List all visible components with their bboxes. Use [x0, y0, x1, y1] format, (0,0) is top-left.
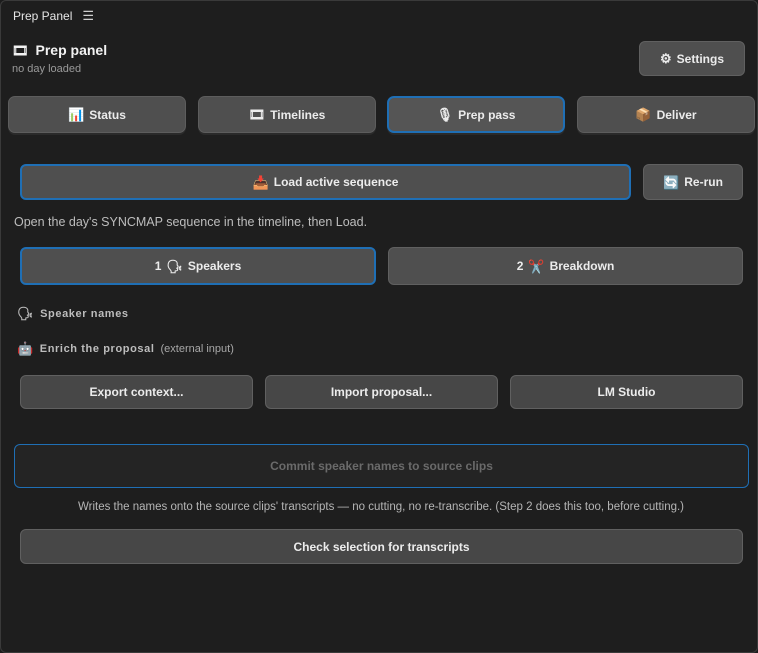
inbox-tray-icon: 📥	[252, 174, 269, 190]
section-label: Enrich the proposal	[39, 342, 155, 355]
panel-frame: Prep Panel ☰ 🎞 Prep panel no day loaded …	[0, 0, 758, 653]
page-subtitle: no day loaded	[12, 63, 82, 75]
tab-deliver[interactable]: 📦 Deliver	[577, 96, 755, 133]
tab-label: Timelines	[270, 107, 326, 122]
step-number: 1	[154, 259, 162, 273]
tab-prep-pass[interactable]: 🎙 Prep pass	[387, 96, 565, 133]
refresh-icon: 🔄	[663, 174, 680, 190]
settings-button[interactable]: ⚙ Settings	[639, 41, 745, 76]
step-number: 2	[516, 259, 524, 273]
load-active-sequence-button[interactable]: 📥 Load active sequence	[20, 164, 631, 200]
check-selection-button[interactable]: Check selection for transcripts	[20, 529, 743, 564]
chart-icon: 📊	[68, 107, 85, 122]
gear-icon: ⚙	[660, 51, 672, 66]
step-breakdown-button[interactable]: 2 ✂️ Breakdown	[388, 247, 743, 285]
load-hint: Open the day's SYNCMAP sequence in the t…	[14, 215, 368, 229]
title-bar: Prep Panel ☰	[1, 1, 757, 31]
rerun-label: Re-run	[684, 175, 723, 189]
hamburger-icon[interactable]: ☰	[82, 8, 94, 24]
rerun-button[interactable]: 🔄 Re-run	[643, 164, 743, 200]
enrich-proposal-section[interactable]: 🤖 Enrich the proposal (external input)	[17, 342, 234, 355]
section-label: Speaker names	[40, 307, 129, 320]
import-label: Import proposal...	[330, 385, 433, 399]
film-icon: 🎞	[12, 42, 29, 58]
window-title: Prep Panel	[13, 9, 73, 23]
film-frames-icon: 🎞	[248, 107, 266, 122]
step-label: Speakers	[187, 259, 242, 273]
page-title-text: Prep panel	[35, 42, 108, 58]
check-label: Check selection for transcripts	[293, 539, 470, 554]
step-label: Breakdown	[549, 259, 615, 273]
commit-note: Writes the names onto the source clips' …	[77, 501, 685, 513]
tab-label: Deliver	[656, 107, 697, 122]
settings-label: Settings	[676, 51, 724, 66]
scissors-icon: ✂️	[528, 258, 545, 274]
tab-label: Status	[89, 107, 126, 122]
page-title: 🎞 Prep panel	[12, 42, 107, 58]
commit-speaker-names-button[interactable]: Commit speaker names to source clips	[14, 444, 749, 488]
tab-label: Prep pass	[458, 107, 516, 122]
export-context-button[interactable]: Export context...	[20, 375, 253, 409]
step-speakers-button[interactable]: 1 🗣 Speakers	[20, 247, 376, 285]
speaker-head-icon: 🗣	[17, 306, 35, 321]
speaker-head-icon: 🗣	[166, 258, 183, 274]
lm-studio-button[interactable]: LM Studio	[510, 375, 743, 409]
package-icon: 📦	[635, 107, 652, 122]
lmstudio-label: LM Studio	[597, 385, 656, 399]
load-label: Load active sequence	[273, 175, 399, 189]
import-proposal-button[interactable]: Import proposal...	[265, 375, 498, 409]
tab-timelines[interactable]: 🎞 Timelines	[198, 96, 376, 133]
section-note: (external input)	[160, 342, 234, 355]
tab-status[interactable]: 📊 Status	[8, 96, 186, 133]
speaker-names-section[interactable]: 🗣 Speaker names	[17, 307, 129, 320]
commit-label: Commit speaker names to source clips	[270, 459, 493, 473]
export-label: Export context...	[89, 385, 184, 399]
robot-icon: 🤖	[17, 341, 34, 356]
microphone-icon: 🎙	[436, 107, 454, 122]
